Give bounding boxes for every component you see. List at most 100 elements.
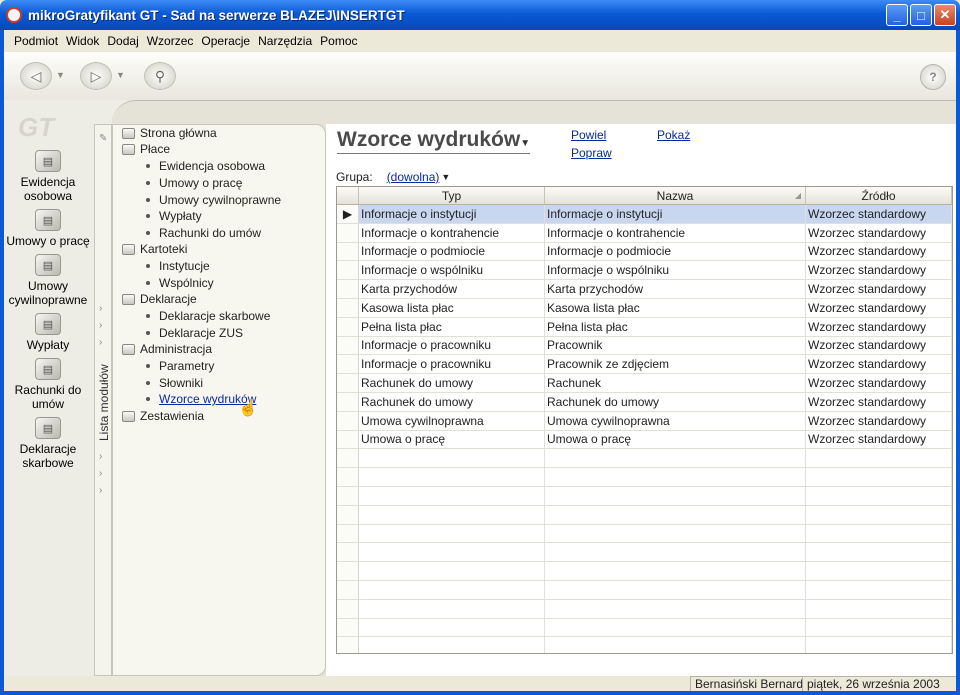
- table-cell: [359, 618, 545, 637]
- nav-umowy-o-prace[interactable]: ▤ Umowy o pracę: [4, 209, 92, 248]
- folder-icon: [122, 143, 135, 155]
- forward-icon[interactable]: ▷: [80, 62, 112, 90]
- table-row[interactable]: Kasowa lista płac Kasowa lista płac Wzorze…: [337, 298, 952, 318]
- empty-row: [337, 562, 952, 581]
- minimize-button[interactable]: _: [886, 4, 908, 26]
- group-select[interactable]: (dowolna): [387, 170, 440, 184]
- table-row[interactable]: Informacje o podmiocie Informacje o podmi…: [337, 242, 952, 262]
- menu-bar: Podmiot Widok Dodaj Wzorzec Operacje Nar…: [0, 30, 960, 52]
- table-row[interactable]: Informacje o pracowniku Pracownik ze zdję…: [337, 355, 952, 375]
- menu-podmiot[interactable]: Podmiot: [10, 34, 62, 48]
- help-icon[interactable]: ?: [920, 64, 946, 90]
- table-cell: Wzorzec standardowy: [806, 205, 952, 223]
- stamp-icon[interactable]: ⚲: [144, 62, 176, 90]
- nav-wyplaty[interactable]: ▤ Wypłaty: [4, 313, 92, 352]
- tree-item[interactable]: Instytucje: [146, 259, 210, 273]
- table-row[interactable]: Karta przychodów Karta przychodów Wzorzec …: [337, 280, 952, 299]
- back-dropdown-icon[interactable]: ▼: [56, 70, 65, 80]
- table-row[interactable]: Informacje o kontrahencie Informacje o ko…: [337, 223, 952, 243]
- table-cell: Informacje o pracowniku: [359, 336, 545, 355]
- table-cell: [545, 618, 806, 637]
- tree-item[interactable]: Umowy cywilnoprawne: [146, 193, 281, 207]
- sort-icon: ◢: [794, 191, 801, 200]
- table-row[interactable]: Rachunek do umowy Rachunek do umowy Wzorze…: [337, 392, 952, 412]
- menu-wzorzec[interactable]: Wzorzec: [143, 34, 198, 48]
- table-row[interactable]: Informacje o pracowniku Pracownik Wzorzec …: [337, 336, 952, 356]
- menu-operacje[interactable]: Operacje: [197, 34, 254, 48]
- menu-widok[interactable]: Widok: [62, 34, 103, 48]
- column-header-nazwa[interactable]: Nazwa ◢: [545, 187, 806, 204]
- powiel-link[interactable]: Powiel: [571, 128, 606, 142]
- table-cell: Informacje o instytucji: [359, 205, 545, 223]
- nav-rachunki[interactable]: ▤ Rachunki do umów: [4, 358, 92, 411]
- nav-ewidencja[interactable]: ▤ Ewidencja osobowa: [4, 150, 92, 203]
- tree-item[interactable]: Słowniki: [146, 376, 203, 390]
- table-cell: Wzorzec standardowy: [806, 280, 952, 298]
- tree-group-deklaracje[interactable]: Deklaracje: [122, 292, 197, 306]
- menu-pomoc[interactable]: Pomoc: [316, 34, 361, 48]
- table-cell: Umowa cywilnoprawna: [359, 411, 545, 430]
- maximize-button[interactable]: □: [910, 4, 932, 26]
- menu-narzedzia[interactable]: Narzędzia: [254, 34, 316, 48]
- table-cell: [337, 618, 359, 637]
- table-row[interactable]: Umowa cywilnoprawna Umowa cywilnoprawna Wz…: [337, 411, 952, 431]
- forward-dropdown-icon[interactable]: ▼: [116, 70, 125, 80]
- module-strip[interactable]: ✎ › › › › › › Lista modułów: [94, 124, 112, 676]
- page-title[interactable]: Wzorce wydruków▼: [337, 128, 531, 154]
- table-cell: [545, 543, 806, 562]
- title-dropdown-icon[interactable]: ▼: [520, 138, 530, 149]
- nav-umowy-cywilnoprawne[interactable]: ▤ Umowy cywilnoprawne: [4, 254, 92, 307]
- table-cell: Informacje o kontrahencie: [359, 223, 545, 242]
- row-marker: [337, 392, 359, 411]
- pokaz-link[interactable]: Pokaż: [657, 128, 690, 142]
- tree-item[interactable]: Umowy o pracę: [146, 176, 242, 190]
- table-row[interactable]: Rachunek do umowy Rachunek Wzorzec standar…: [337, 374, 952, 393]
- table-cell: [337, 637, 359, 653]
- table-cell: [545, 468, 806, 486]
- expand-arrow-icon[interactable]: ›: [99, 468, 102, 479]
- table-cell: Rachunek do umowy: [359, 374, 545, 392]
- close-button[interactable]: ✕: [934, 4, 956, 26]
- tree-item[interactable]: Wypłaty: [146, 209, 202, 223]
- table-row[interactable]: Umowa o pracę Umowa o pracę Wzorzec standa…: [337, 430, 952, 450]
- group-dropdown-icon[interactable]: ▼: [441, 172, 450, 182]
- folder-icon: [122, 410, 135, 422]
- tree-item[interactable]: Deklaracje skarbowe: [146, 309, 270, 323]
- table-row[interactable]: Informacje o wspólniku Informacje o wspól…: [337, 261, 952, 281]
- table-cell: Informacje o wspólniku: [545, 261, 806, 280]
- nav-deklaracje[interactable]: ▤ Deklaracje skarbowe: [4, 417, 92, 470]
- table-cell: [806, 449, 952, 468]
- tree-home[interactable]: Strona główna: [122, 126, 217, 140]
- tree-item[interactable]: Wspólnicy: [146, 276, 214, 290]
- column-header-typ[interactable]: Typ: [359, 187, 545, 204]
- tree-item[interactable]: Parametry: [146, 359, 214, 373]
- tree-group-administracja[interactable]: Administracja: [122, 342, 212, 356]
- menu-dodaj[interactable]: Dodaj: [103, 34, 142, 48]
- pin-icon[interactable]: ✎: [99, 133, 107, 144]
- empty-row: [337, 468, 952, 487]
- table-cell: [337, 524, 359, 543]
- tree-item[interactable]: Deklaracje ZUS: [146, 326, 243, 340]
- column-header-zrodlo[interactable]: Źródło: [806, 187, 952, 204]
- tree-group-kartoteki[interactable]: Kartoteki: [122, 242, 187, 256]
- table-row[interactable]: Pełna lista płac Pełna lista płac Wzorzec …: [337, 317, 952, 337]
- table-cell: Wzorzec standardowy: [806, 336, 952, 355]
- expand-arrow-icon[interactable]: ›: [99, 485, 102, 496]
- popraw-link[interactable]: Popraw: [571, 146, 612, 160]
- tree-item[interactable]: Rachunki do umów: [146, 226, 261, 240]
- back-icon[interactable]: ◁: [20, 62, 52, 90]
- ewidencja-icon: ▤: [35, 150, 61, 172]
- app-icon: [6, 7, 22, 23]
- empty-row: [337, 580, 952, 600]
- table-cell: [806, 468, 952, 486]
- empty-row: [337, 486, 952, 506]
- tree-group-zestawienia[interactable]: Zestawienia: [122, 409, 204, 423]
- table-row[interactable]: ▶ Informacje o instytucji Informacje o ins…: [337, 205, 952, 224]
- expand-arrow-icon[interactable]: ›: [99, 303, 102, 314]
- expand-arrow-icon[interactable]: ›: [99, 337, 102, 348]
- expand-arrow-icon[interactable]: ›: [99, 451, 102, 462]
- expand-arrow-icon[interactable]: ›: [99, 320, 102, 331]
- tree-group-place[interactable]: Płace: [122, 142, 170, 156]
- nav-label: Umowy o pracę: [6, 234, 90, 248]
- tree-item[interactable]: Ewidencja osobowa: [146, 159, 265, 173]
